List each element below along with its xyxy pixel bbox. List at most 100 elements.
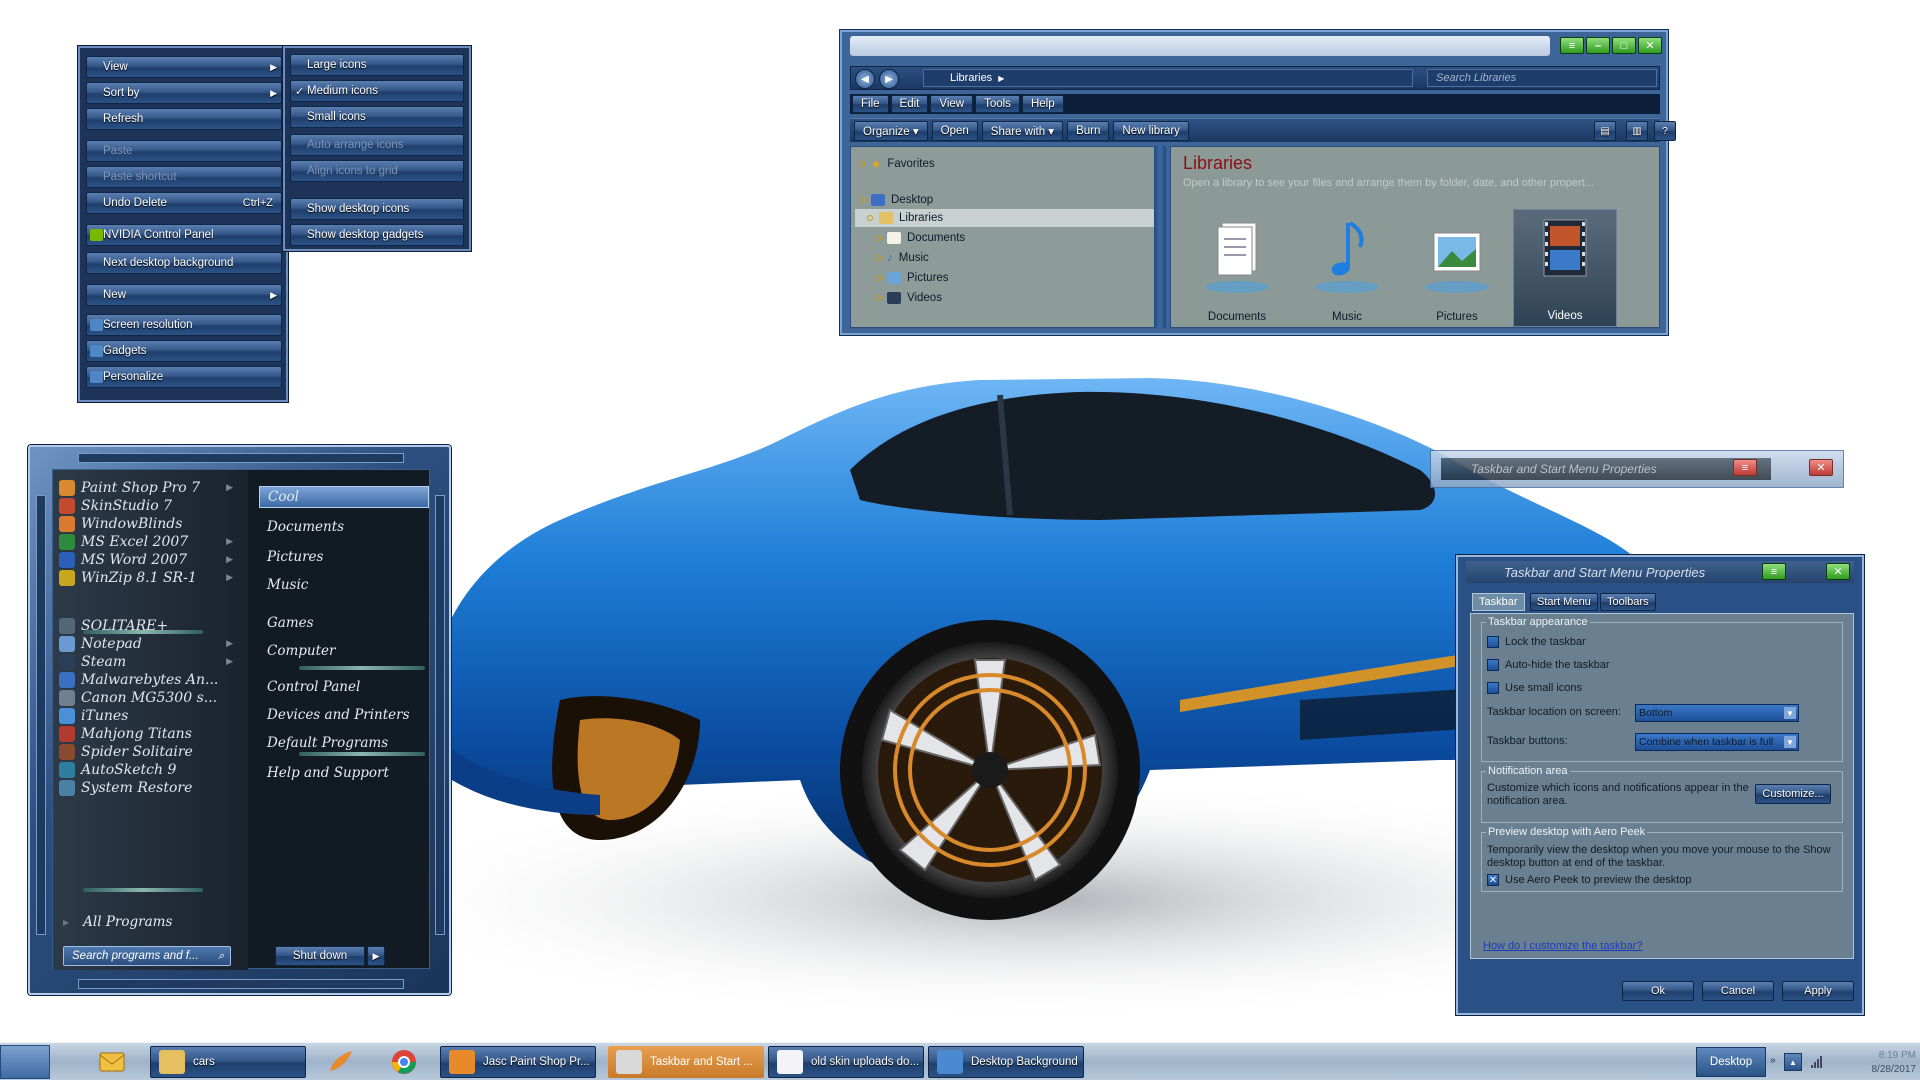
extra-caption-button[interactable]: ≡: [1560, 37, 1584, 54]
back-icon[interactable]: ◀: [855, 69, 875, 89]
ghost-extra-button[interactable]: ≡: [1733, 459, 1757, 476]
program-skinstudio-7[interactable]: SkinStudio 7: [59, 496, 239, 516]
tab-toolbars[interactable]: Toolbars: [1600, 593, 1656, 611]
address-field[interactable]: Libraries ▶: [923, 69, 1413, 87]
feather-pinned-icon[interactable]: [322, 1047, 358, 1077]
place-computer[interactable]: Computer: [259, 640, 429, 662]
toolbar-open[interactable]: Open: [931, 120, 978, 141]
nav-music[interactable]: ♪ Music: [875, 249, 929, 267]
place-cool[interactable]: Cool: [259, 486, 429, 508]
toolbar-share-with[interactable]: Share with ▾: [981, 120, 1064, 141]
menu-view[interactable]: View: [930, 95, 974, 113]
library-videos[interactable]: Videos: [1513, 209, 1617, 327]
dialog-extra-button[interactable]: ≡: [1762, 563, 1786, 580]
search-programs-input[interactable]: Search programs and f... ⌕: [63, 946, 231, 966]
explorer-titlebar[interactable]: [850, 36, 1550, 56]
tab-start-menu[interactable]: Start Menu: [1530, 593, 1598, 611]
nav-documents[interactable]: Documents: [875, 229, 965, 247]
autohide-checkbox[interactable]: Auto-hide the taskbar: [1487, 657, 1610, 673]
nav-favorites[interactable]: ★ Favorites: [859, 155, 935, 173]
program-itunes[interactable]: iTunes: [59, 706, 239, 726]
place-documents[interactable]: Documents: [259, 516, 429, 538]
program-malwarebytes-an[interactable]: Malwarebytes An...: [59, 670, 239, 690]
menu-file[interactable]: File: [852, 95, 889, 113]
lock-taskbar-checkbox[interactable]: Lock the taskbar: [1487, 634, 1586, 650]
help-link[interactable]: How do I customize the taskbar?: [1483, 940, 1643, 952]
toolbar-burn[interactable]: Burn: [1067, 120, 1110, 141]
place-default-programs[interactable]: Default Programs: [259, 732, 429, 754]
start-button[interactable]: [0, 1045, 50, 1079]
ghost-dialog-titlebar[interactable]: Taskbar and Start Menu Properties ≡ ✕: [1430, 450, 1844, 488]
shutdown-options-button[interactable]: ▶: [367, 946, 385, 966]
ok-button[interactable]: Ok: [1622, 981, 1694, 1001]
view-item-show-desktop-gadgets[interactable]: Show desktop gadgets: [290, 224, 464, 246]
help-icon[interactable]: ?: [1654, 121, 1676, 141]
breadcrumb-arrow-icon[interactable]: ▶: [998, 74, 1004, 83]
dialog-title[interactable]: Taskbar and Start Menu Properties: [1466, 561, 1854, 583]
nav-libraries[interactable]: Libraries: [855, 209, 1155, 227]
taskbar-location-select[interactable]: Bottom ▼: [1635, 704, 1799, 722]
program-ms-word-2007[interactable]: MS Word 2007 ▶: [59, 550, 239, 570]
toolbar-new-library[interactable]: New library: [1113, 120, 1189, 141]
view-options-icon[interactable]: ▤: [1594, 121, 1616, 141]
view-item-medium-icons[interactable]: ✓ Medium icons: [290, 80, 464, 102]
program-paint-shop-pro-7[interactable]: Paint Shop Pro 7 ▶: [59, 478, 239, 498]
cancel-button[interactable]: Cancel: [1702, 981, 1774, 1001]
context-item-gadgets[interactable]: Gadgets: [86, 340, 282, 362]
apply-button[interactable]: Apply: [1782, 981, 1854, 1001]
taskbar-button[interactable]: Jasc Paint Shop Pr...: [440, 1046, 596, 1078]
context-item-refresh[interactable]: Refresh: [86, 108, 282, 130]
preview-pane-icon[interactable]: ▥: [1626, 121, 1648, 141]
program-steam[interactable]: Steam ▶: [59, 652, 239, 672]
tray-expand-icon[interactable]: ▲: [1784, 1053, 1802, 1071]
place-help-and-support[interactable]: Help and Support: [259, 762, 429, 784]
taskbar-button[interactable]: Taskbar and Start ...: [608, 1046, 764, 1078]
context-item-personalize[interactable]: Personalize: [86, 366, 282, 388]
library-music[interactable]: Music: [1295, 215, 1399, 327]
nav-scrollbar[interactable]: [1154, 146, 1166, 328]
taskbar-buttons-select[interactable]: Combine when taskbar is full ▼: [1635, 733, 1799, 751]
program-mahjong-titans[interactable]: Mahjong Titans: [59, 724, 239, 744]
minimize-button[interactable]: –: [1586, 37, 1610, 54]
mail-pinned-icon[interactable]: [94, 1047, 130, 1077]
search-libraries-input[interactable]: Search Libraries: [1427, 69, 1657, 87]
forward-icon[interactable]: ▶: [879, 69, 899, 89]
ghost-close-button[interactable]: ✕: [1809, 459, 1833, 476]
dialog-close-button[interactable]: ✕: [1826, 563, 1850, 580]
taskbar-button[interactable]: old skin uploads do...: [768, 1046, 924, 1078]
view-item-align-icons-to-grid[interactable]: Align icons to grid: [290, 160, 464, 182]
context-item-new[interactable]: New ▶: [86, 284, 282, 306]
menu-help[interactable]: Help: [1021, 95, 1064, 113]
program-autosketch-9[interactable]: AutoSketch 9: [59, 760, 239, 780]
program-ms-excel-2007[interactable]: MS Excel 2007 ▶: [59, 532, 239, 552]
menu-edit[interactable]: Edit: [890, 95, 929, 113]
library-pictures[interactable]: Pictures: [1405, 215, 1509, 327]
context-item-paste-shortcut[interactable]: Paste shortcut: [86, 166, 282, 188]
clock[interactable]: 8:19 PM 8/28/2017: [1836, 1047, 1917, 1077]
aero-peek-checkbox[interactable]: ✕ Use Aero Peek to preview the desktop: [1487, 872, 1692, 888]
program-canon-mg5300-s[interactable]: Canon MG5300 s...: [59, 688, 239, 708]
context-item-sort-by[interactable]: Sort by ▶: [86, 82, 282, 104]
customize-button[interactable]: Customize...: [1755, 784, 1831, 804]
context-item-screen-resolution[interactable]: Screen resolution: [86, 314, 282, 336]
program-winzip-8-1-sr-1[interactable]: WinZip 8.1 SR-1 ▶: [59, 568, 239, 588]
view-item-auto-arrange-icons[interactable]: Auto arrange icons: [290, 134, 464, 156]
view-item-large-icons[interactable]: Large icons: [290, 54, 464, 76]
place-games[interactable]: Games: [259, 612, 429, 634]
all-programs[interactable]: ▶ All Programs: [63, 914, 172, 930]
network-icon[interactable]: [1810, 1055, 1824, 1069]
place-pictures[interactable]: Pictures: [259, 546, 429, 568]
chrome-pinned-icon[interactable]: [386, 1047, 422, 1077]
context-item-next-desktop-background[interactable]: Next desktop background: [86, 252, 282, 274]
program-system-restore[interactable]: System Restore: [59, 778, 239, 798]
toolbar-organize[interactable]: Organize ▾: [854, 120, 928, 141]
tab-taskbar[interactable]: Taskbar: [1472, 593, 1525, 611]
view-item-show-desktop-icons[interactable]: Show desktop icons: [290, 198, 464, 220]
taskbar-folder-cars[interactable]: cars: [150, 1046, 306, 1078]
menu-tools[interactable]: Tools: [975, 95, 1020, 113]
place-devices-and-printers[interactable]: Devices and Printers: [259, 704, 429, 726]
program-spider-solitaire[interactable]: Spider Solitaire: [59, 742, 239, 762]
place-control-panel[interactable]: Control Panel: [259, 676, 429, 698]
program-notepad[interactable]: Notepad ▶: [59, 634, 239, 654]
context-item-paste[interactable]: Paste: [86, 140, 282, 162]
